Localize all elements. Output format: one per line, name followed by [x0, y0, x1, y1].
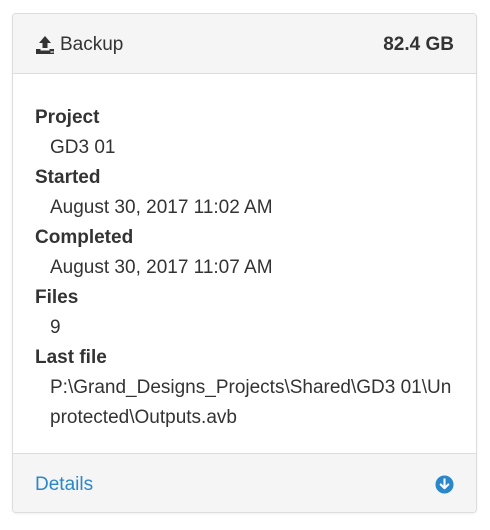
last-file-value: P:\Grand_Designs_Projects\Shared\GD3 01\… — [50, 377, 452, 428]
started-label: Started — [35, 167, 101, 188]
panel-body: Project GD3 01 Started August 30, 2017 1… — [13, 74, 476, 452]
heading-title-group: Backup — [35, 33, 123, 57]
last-file-label: Last file — [35, 347, 107, 368]
started-value: August 30, 2017 11:02 AM — [50, 197, 273, 218]
panel-title: Backup — [60, 34, 124, 55]
files-label: Files — [35, 287, 79, 308]
project-label: Project — [35, 107, 100, 128]
files-value: 9 — [50, 317, 61, 338]
project-value: GD3 01 — [50, 137, 116, 158]
panel-footer: Details — [13, 453, 476, 512]
arrow-circle-down-icon[interactable] — [435, 475, 454, 494]
backup-size: 82.4 GB — [383, 34, 454, 55]
completed-value: August 30, 2017 11:07 AM — [50, 257, 273, 278]
details-link[interactable]: Details — [35, 473, 93, 497]
completed-label: Completed — [35, 227, 134, 248]
backup-panel: Backup 82.4 GB Project GD3 01 Started Au… — [12, 13, 477, 513]
upload-icon — [36, 36, 54, 54]
panel-heading: Backup 82.4 GB — [13, 14, 476, 74]
